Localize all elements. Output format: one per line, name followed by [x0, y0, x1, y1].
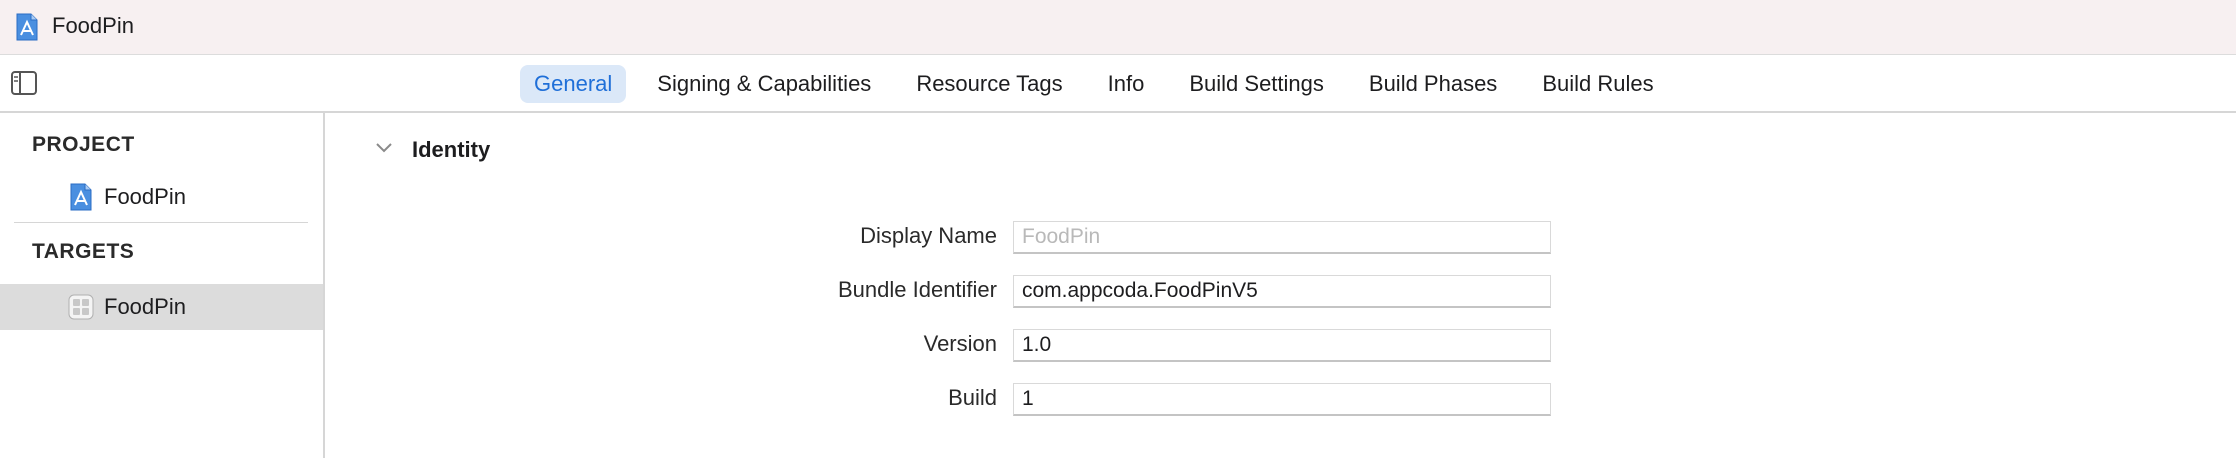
tab-general[interactable]: General: [520, 65, 627, 103]
bundle-identifier-label: Bundle Identifier: [838, 277, 997, 302]
sidebar-item-project-foodpin[interactable]: FoodPin: [0, 174, 323, 220]
tab-build-phases[interactable]: Build Phases: [1355, 65, 1511, 103]
editor-tab-bar: General Signing & Capabilities Resource …: [0, 55, 2236, 113]
xcode-project-icon: [68, 183, 94, 211]
window-title: FoodPin: [52, 13, 134, 38]
sidebar-item-label: FoodPin: [104, 294, 186, 319]
xcode-project-icon: [14, 13, 40, 41]
chevron-down-icon[interactable]: [373, 141, 395, 155]
sidebar-item-label: FoodPin: [104, 184, 186, 209]
title-bar: FoodPin: [0, 0, 2236, 55]
sidebar-divider: [14, 222, 308, 223]
tab-list: General Signing & Capabilities Resource …: [520, 65, 1685, 103]
build-field[interactable]: [1013, 383, 1551, 416]
tab-signing-capabilities[interactable]: Signing & Capabilities: [643, 65, 885, 103]
version-field[interactable]: [1013, 329, 1551, 362]
display-name-label: Display Name: [860, 223, 997, 248]
tab-resource-tags[interactable]: Resource Tags: [902, 65, 1076, 103]
identity-section-title: Identity: [412, 137, 491, 162]
build-label: Build: [948, 385, 997, 410]
sidebar-item-target-foodpin[interactable]: FoodPin: [0, 284, 323, 330]
general-settings-pane: Identity Display Name Bundle Identifier …: [327, 113, 2236, 458]
app-target-icon: [68, 293, 94, 321]
version-label: Version: [923, 331, 997, 356]
sidebar-toggle-icon[interactable]: [11, 71, 37, 95]
project-navigator-sidebar: PROJECT FoodPin TARGETS FoodPin: [0, 113, 325, 458]
display-name-field[interactable]: [1013, 221, 1551, 254]
project-section-header: PROJECT: [32, 133, 135, 156]
bundle-identifier-field[interactable]: [1013, 275, 1551, 308]
tab-build-rules[interactable]: Build Rules: [1528, 65, 1667, 103]
tab-build-settings[interactable]: Build Settings: [1175, 65, 1338, 103]
targets-section-header: TARGETS: [32, 240, 135, 263]
tab-info[interactable]: Info: [1094, 65, 1159, 103]
